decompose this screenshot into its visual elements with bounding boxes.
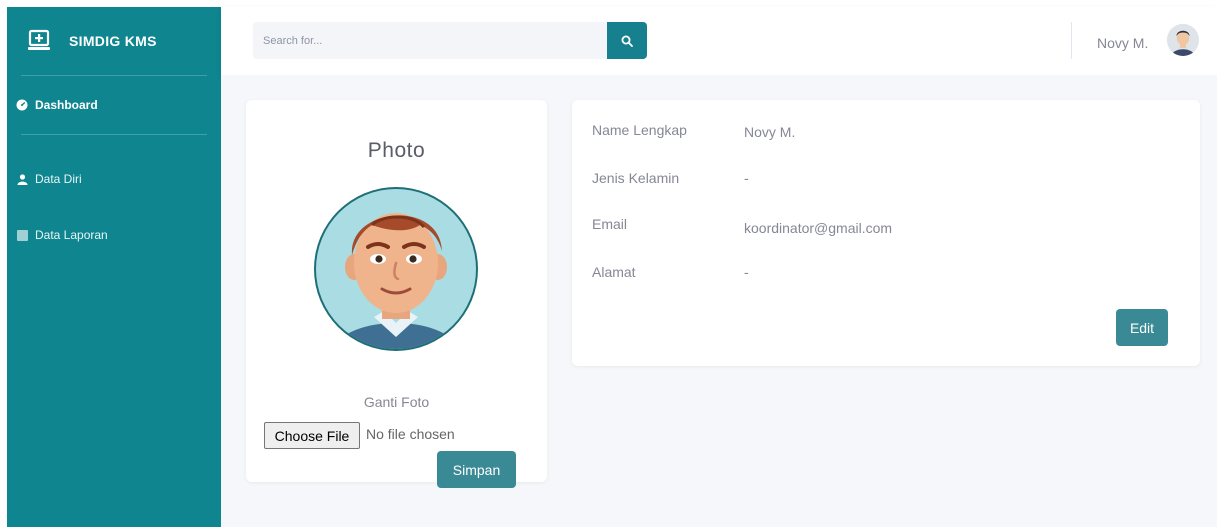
file-status-text: No file chosen (366, 426, 455, 442)
choose-file-button[interactable]: Choose File (264, 422, 360, 449)
user-icon (15, 172, 29, 186)
email-label: Email (592, 216, 628, 232)
search-input[interactable] (253, 22, 607, 59)
sidebar-item-label: Dashboard (35, 98, 98, 112)
sidebar-divider (21, 134, 207, 135)
tachometer-icon (15, 98, 29, 112)
photo-title: Photo (367, 139, 426, 162)
sidebar: SIMDIG KMS Dashboard Data Diri Data Lapo… (7, 7, 221, 527)
address-label: Alamat (592, 264, 636, 280)
search-button[interactable] (607, 22, 647, 59)
search-icon (621, 35, 633, 47)
sidebar-item-label: Data Laporan (35, 228, 108, 242)
sidebar-item-label: Data Diri (35, 172, 82, 186)
profile-photo (314, 187, 478, 351)
address-value: - (744, 264, 749, 280)
sidebar-item-data-laporan[interactable]: Data Laporan (7, 226, 108, 244)
save-button[interactable]: Simpan (437, 451, 516, 488)
laptop-medical-icon (28, 29, 50, 50)
brand-name: SIMDIG KMS (69, 33, 157, 49)
gender-label: Jenis Kelamin (592, 170, 680, 186)
change-photo-label: Ganti Foto (363, 394, 430, 410)
photo-card: Photo Ganti Foto Choose File No file cho… (246, 100, 547, 488)
avatar[interactable] (1167, 24, 1199, 56)
sidebar-item-dashboard[interactable]: Dashboard (7, 76, 221, 134)
email-value: koordinator@gmail.com (744, 220, 893, 236)
gender-value: - (744, 170, 749, 186)
sidebar-item-data-diri[interactable]: Data Diri (7, 170, 82, 188)
topbar-divider (1071, 22, 1072, 59)
full-name-value: Novy M. (744, 124, 796, 140)
table-icon (15, 228, 29, 242)
main-content: Photo Ganti Foto Choose File No file cho… (221, 75, 1217, 527)
user-name[interactable]: Novy M. (1097, 35, 1148, 51)
full-name-label: Name Lengkap (592, 122, 687, 138)
profile-info-card: Name Lengkap Novy M. Jenis Kelamin - Ema… (572, 100, 1200, 366)
edit-button[interactable]: Edit (1116, 309, 1168, 346)
sidebar-brand[interactable]: SIMDIG KMS (7, 7, 221, 75)
topbar: Novy M. (221, 7, 1217, 75)
